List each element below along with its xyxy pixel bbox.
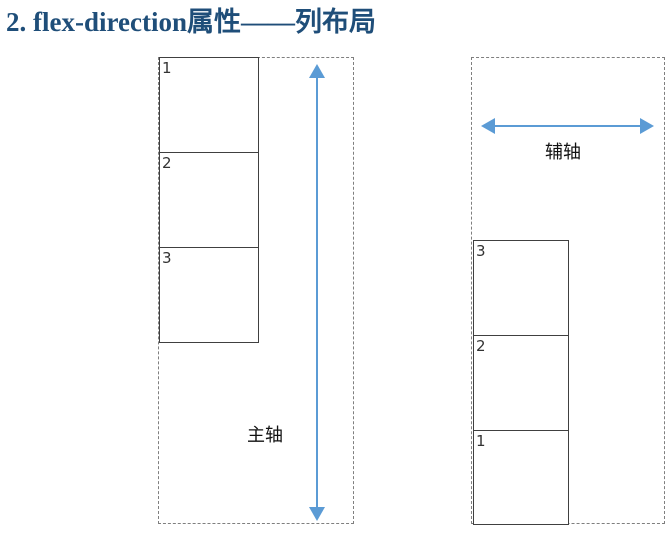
cross-axis-arrowhead-right [640, 118, 654, 134]
cross-axis-arrow [481, 118, 654, 134]
main-axis-arrowhead-down [309, 507, 325, 521]
axis-arrows [309, 64, 654, 521]
main-axis-arrowhead-up [309, 64, 325, 78]
main-axis-arrow [309, 64, 325, 521]
cross-axis-arrowhead-left [481, 118, 495, 134]
